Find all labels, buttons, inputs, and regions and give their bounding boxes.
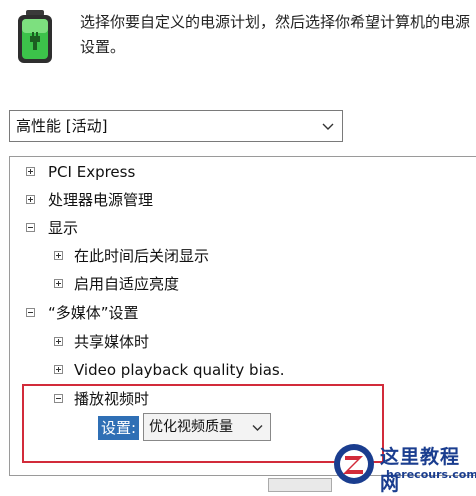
tree-item-processor-power[interactable]: 处理器电源管理 [10, 188, 470, 212]
expand-icon[interactable] [54, 251, 63, 260]
setting-value-dropdown[interactable]: 优化视频质量 [143, 413, 271, 441]
tree-item-label: 共享媒体时 [74, 333, 150, 351]
tree-item-label: 显示 [48, 219, 79, 237]
tree-item-multimedia-settings[interactable]: “多媒体”设置 [10, 301, 470, 325]
tree-item-label: 处理器电源管理 [48, 191, 154, 209]
setting-value: 优化视频质量 [149, 419, 233, 435]
tree-item-label: 在此时间后关闭显示 [74, 247, 210, 265]
tree-item-label: “多媒体”设置 [48, 304, 139, 322]
expand-icon[interactable] [26, 167, 35, 176]
tree-item-turn-off-display[interactable]: 在此时间后关闭显示 [10, 244, 470, 268]
collapse-icon[interactable] [26, 308, 35, 317]
expand-icon[interactable] [54, 279, 63, 288]
power-plan-dropdown[interactable]: 高性能 [活动] [9, 110, 343, 142]
watermark-url: herecours.com [386, 468, 476, 481]
tree-item-label: Video playback quality bias. [74, 361, 285, 379]
collapse-icon[interactable] [26, 223, 35, 232]
tree-item-adaptive-brightness[interactable]: 启用自适应亮度 [10, 272, 470, 296]
watermark-logo-icon [334, 444, 374, 484]
setting-label: 设置: [98, 416, 140, 440]
expand-icon[interactable] [54, 337, 63, 346]
tree-item-label: 启用自适应亮度 [74, 275, 180, 293]
battery-plug-icon [18, 10, 52, 63]
chevron-down-icon [322, 123, 334, 130]
power-plan-value: 高性能 [活动] [16, 117, 108, 135]
tree-item-pci-express[interactable]: PCI Express [10, 160, 470, 184]
tree-item-display[interactable]: 显示 [10, 216, 470, 240]
partial-button[interactable] [268, 478, 332, 492]
plan-description: 选择你要自定义的电源计划，然后选择你希望计算机的电源设置。 [80, 13, 471, 56]
chevron-down-icon [252, 425, 263, 431]
tree-item-sharing-media[interactable]: 共享媒体时 [10, 330, 470, 354]
watermark: 这里教程网 herecours.com [330, 440, 476, 495]
tree-item-label: PCI Express [48, 163, 136, 181]
tree-item-video-quality-bias[interactable]: Video playback quality bias. [10, 358, 470, 382]
expand-icon[interactable] [54, 365, 63, 374]
expand-icon[interactable] [26, 195, 35, 204]
